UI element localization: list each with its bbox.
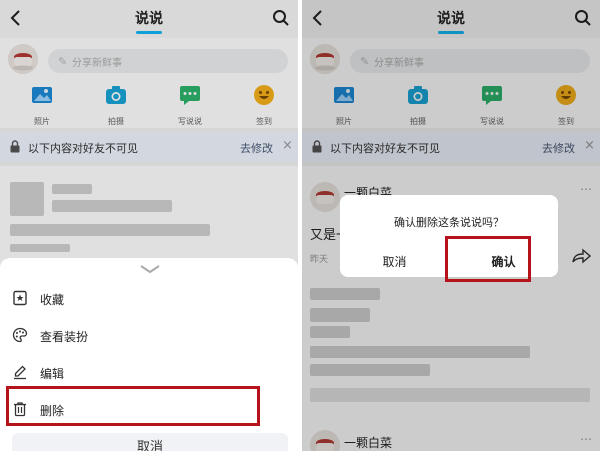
sheet-item-edit[interactable]: 编辑 — [0, 356, 298, 390]
right-phone-screen: 说说 ✎ 分享新鲜事 照片 拍摄 写说说 签到 以下内容对好友不可见 去修改 ×… — [302, 0, 600, 451]
edit-icon — [14, 365, 26, 380]
sheet-item-delete[interactable]: 删除 — [0, 393, 298, 427]
sheet-item-label: 查看装扮 — [40, 330, 89, 344]
sheet-item-label: 收藏 — [40, 293, 65, 307]
tutorial-screenshot: 说说 ✎ 分享新鲜事 照片 拍摄 写说说 签到 以下内容对好友不可见 去修改 ×… — [0, 0, 600, 451]
sheet-item-view-decor[interactable]: 查看装扮 — [0, 319, 298, 353]
sheet-item-favorite[interactable]: 收藏 — [0, 282, 298, 316]
palette-icon — [12, 327, 28, 343]
left-phone-screen: 说说 ✎ 分享新鲜事 照片 拍摄 写说说 签到 以下内容对好友不可见 去修改 ×… — [0, 0, 298, 451]
trash-icon — [14, 402, 26, 417]
bookmark-icon — [13, 290, 27, 306]
dialog-cancel-button[interactable]: 取消 — [340, 253, 449, 270]
sheet-item-label: 编辑 — [40, 367, 65, 381]
dialog-message: 确认删除这条说说吗？ — [394, 216, 504, 229]
sheet-item-label: 删除 — [40, 404, 65, 418]
chevron-down-icon[interactable] — [139, 264, 161, 274]
confirm-dialog: 确认删除这条说说吗？ 取消 确认 — [340, 195, 558, 277]
sheet-cancel-button[interactable]: 取消 — [12, 433, 288, 451]
action-sheet: 收藏 查看装扮 编辑 删除 取消 — [0, 258, 298, 451]
dialog-confirm-button[interactable]: 确认 — [449, 253, 558, 270]
